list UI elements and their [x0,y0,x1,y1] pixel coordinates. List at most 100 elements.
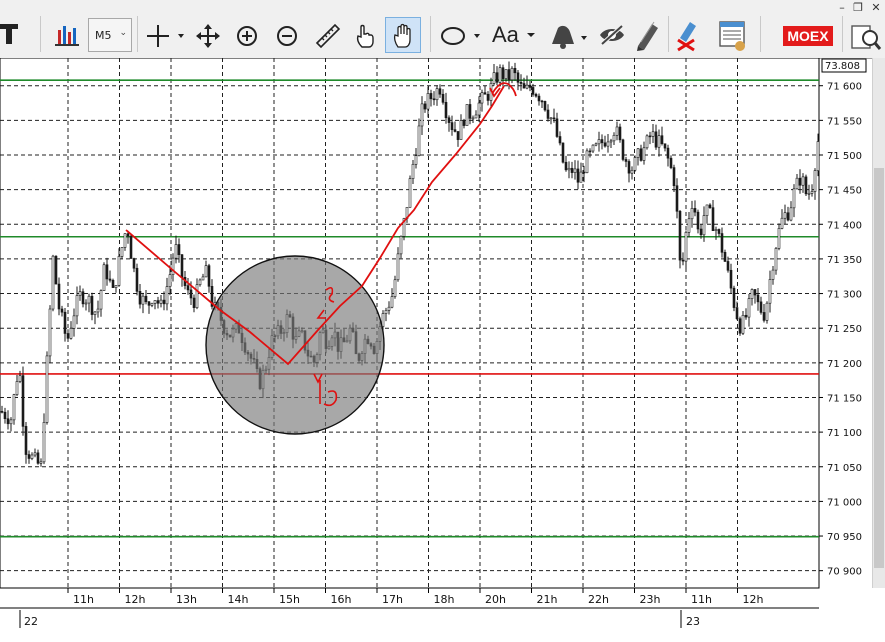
candle-body [624,159,628,162]
candle-body [705,204,709,216]
candle-body [78,291,82,296]
exchange-badge[interactable]: MOEX [783,26,833,46]
candle-body [33,452,37,456]
candle-body [396,253,400,281]
candle-body [99,290,103,310]
candle-body [651,131,655,137]
candle-body [552,117,556,120]
candle-body [456,131,460,140]
hand-pointer-icon[interactable] [354,23,376,49]
candle-body [582,171,586,174]
candle-body [159,299,163,304]
candle-body [93,311,97,315]
toolbar-separator [430,16,431,52]
candle-body [435,88,439,101]
candle-body [117,256,121,286]
candle-body [708,204,712,208]
price-tick-label: 71 600 [827,82,862,93]
candle-body [633,157,637,171]
candle-body [714,229,718,231]
order-book-icon[interactable] [718,20,748,52]
candle-body [156,300,160,304]
candle-body [96,308,100,313]
candle-body [429,93,433,100]
candle-body [693,208,697,213]
price-chart[interactable]: 71 600 71 550 71 500 71 450 71 400 71 350 71 3… [0,58,885,642]
candle-body [795,177,799,190]
bell-icon[interactable] [548,22,592,50]
toolbar-separator [137,16,138,52]
candle-body [747,298,751,318]
candle-body [12,394,16,421]
move-icon[interactable] [196,24,220,48]
candle-body [666,147,670,159]
candle-body [597,139,601,145]
candle-body [453,129,457,132]
zoom-out-icon[interactable] [276,25,298,47]
candle-body [564,161,568,171]
candle-body [672,167,676,187]
scrollbar-thumb[interactable] [874,168,884,568]
candle-body [417,125,421,156]
time-tick-label: 21h [537,593,558,606]
hand-pan-button[interactable] [385,17,421,53]
vertical-scrollbar[interactable] [872,58,885,588]
candle-body [192,297,196,308]
candle-body [759,301,763,313]
price-tick-label: 70 950 [827,532,862,543]
candle-body [660,135,664,145]
candle-body [102,264,106,291]
plot-area [0,58,820,589]
print-preview-icon[interactable] [850,22,882,52]
candle-body [636,148,640,158]
candle-body [123,233,127,248]
pencil-icon[interactable] [634,20,660,52]
candle-body [618,126,622,141]
candle-body [594,143,598,146]
crosshair-icon[interactable] [146,24,184,48]
price-tick-label: 71 450 [827,186,862,197]
candle-body [195,284,199,308]
candle-body [654,131,658,148]
restore-button[interactable]: ❐ [850,0,866,16]
candle-body [432,98,436,101]
candle-body [735,307,739,320]
candle-body [150,303,154,306]
candle-body [468,104,472,119]
delete-drawings-icon[interactable] [674,20,700,52]
price-tick-label: 71 250 [827,324,862,335]
candle-body [465,104,469,126]
candle-body [18,375,22,382]
candle-body [645,135,649,149]
eye-slash-icon[interactable] [598,24,626,46]
text-aa-button[interactable]: Aa [492,22,537,48]
ellipse-tool-icon[interactable] [440,26,486,46]
price-tick-label: 71 100 [827,428,862,439]
candle-body [537,95,541,102]
candle-body [663,143,667,149]
close-button[interactable]: ✕ [868,0,884,16]
minimize-button[interactable]: – [834,0,850,16]
candle-body [177,244,181,256]
candle-body [519,81,523,84]
candle-body [507,69,511,81]
candle-body [678,210,682,261]
candle-body [717,229,721,234]
candle-body [420,103,424,127]
timeframe-select[interactable]: M5 ⌄ [88,18,132,52]
candle-body [627,161,631,174]
candle-body [57,283,61,310]
candle-body [543,100,547,111]
time-tick-label: 11h [73,593,94,606]
candle-body [528,84,532,88]
candle-body [51,255,55,310]
bar-chart-icon[interactable] [54,22,80,48]
ruler-icon[interactable] [315,23,341,49]
time-tick-label: 13h [176,593,197,606]
text-tool-icon[interactable] [0,22,22,46]
candle-body [42,422,46,463]
toolbar-separator [842,16,843,52]
zoom-in-icon[interactable] [236,25,258,47]
candle-body [138,291,142,305]
candle-body [492,72,496,84]
